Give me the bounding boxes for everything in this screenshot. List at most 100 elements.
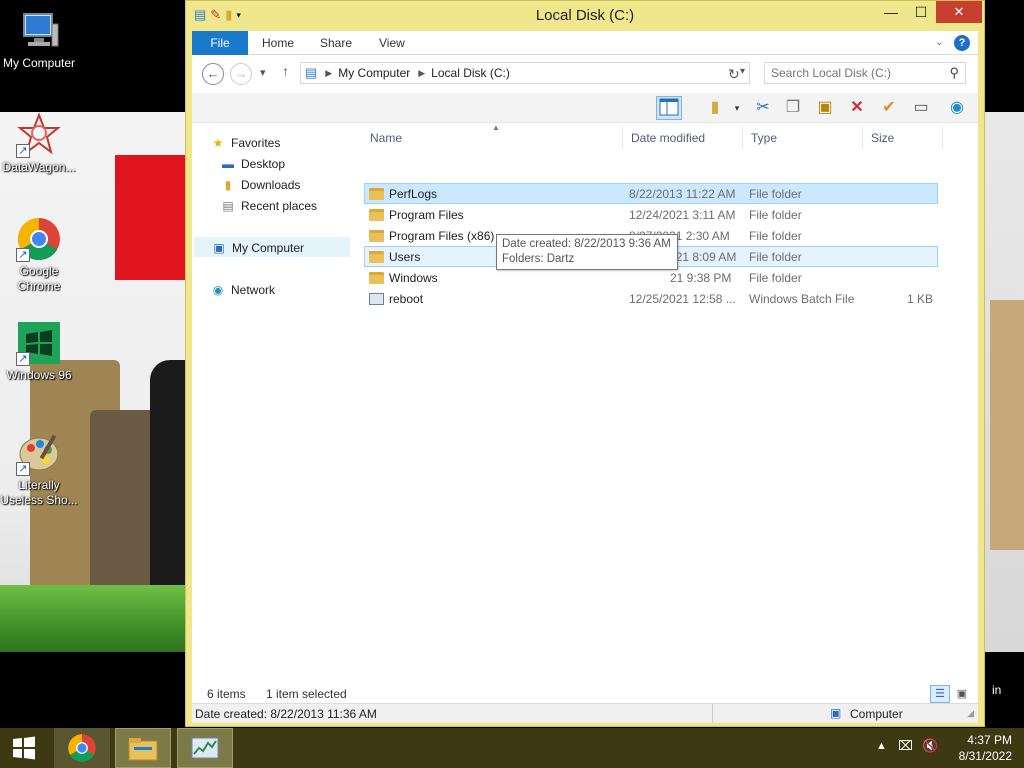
desktop-icon-label: Google Chrome	[17, 264, 61, 293]
file-row[interactable]: Program Files 12/24/2021 3:11 AM File fo…	[364, 204, 938, 225]
column-divider[interactable]	[942, 127, 943, 149]
recent-locations-icon[interactable]: ▾	[260, 66, 266, 79]
file-row[interactable]: reboot 12/25/2021 12:58 ... Windows Batc…	[364, 288, 938, 309]
network-tray-icon[interactable]: ⌧	[898, 738, 913, 754]
windows-logo-icon	[13, 736, 35, 760]
chevron-right-icon[interactable]: ▶	[418, 68, 425, 79]
status-bar: 6 items 1 item selected ☰ ▣	[192, 683, 978, 705]
shortcut-arrow-icon: ↗	[16, 352, 30, 366]
tab-file[interactable]: File	[192, 31, 248, 55]
volume-muted-icon[interactable]: 🔇	[922, 738, 938, 754]
clock-date: 8/31/2022	[958, 749, 1012, 763]
back-button[interactable]: ←	[202, 63, 224, 85]
column-divider[interactable]	[742, 127, 743, 149]
divider	[712, 704, 713, 723]
datawagon-icon: ↗	[16, 112, 62, 158]
column-header-name[interactable]: Name	[370, 127, 402, 149]
paint-palette-icon: ↗	[16, 430, 62, 476]
sort-ascending-icon: ▲	[492, 123, 500, 132]
nav-favorites[interactable]: ★ Favorites	[210, 133, 370, 153]
forward-button[interactable]: →	[230, 63, 252, 85]
computer-icon	[16, 8, 62, 54]
taskbar-clock[interactable]: 4:37 PM 8/31/2022	[959, 732, 1012, 764]
shortcut-arrow-icon: ↗	[16, 248, 30, 262]
nav-my-computer[interactable]: ▣ My Computer	[194, 237, 350, 257]
nav-network[interactable]: ◉ Network	[210, 280, 370, 300]
nav-label: Downloads	[241, 178, 301, 192]
taskbar-chrome[interactable]	[54, 728, 110, 768]
nav-label: Network	[231, 283, 276, 297]
file-name: reboot	[389, 292, 424, 306]
title-bar[interactable]: ▤ ✎ ▮ ▾ Local Disk (C:) — ☐ ✕	[186, 1, 984, 31]
folder-options-dropdown-icon[interactable]: ▾	[724, 96, 750, 120]
copy-icon[interactable]: ❐	[780, 96, 806, 120]
details-view-button[interactable]: ☰	[930, 685, 950, 703]
expand-ribbon-icon[interactable]: ⌄	[935, 35, 944, 48]
chevron-right-icon[interactable]: ▶	[325, 68, 332, 79]
column-divider[interactable]	[862, 127, 863, 149]
desktop-icon-google-chrome[interactable]: ↗ Google Chrome	[0, 216, 78, 294]
properties-icon[interactable]: ▭	[908, 96, 934, 120]
up-button[interactable]: ↑	[282, 63, 289, 79]
details-view-icon: ☰	[935, 688, 945, 700]
minimize-button[interactable]: —	[876, 1, 906, 23]
resize-grip-icon[interactable]: ◢	[967, 708, 974, 719]
clock-time: 4:37 PM	[967, 733, 1012, 747]
window-title: Local Disk (C:)	[535, 7, 635, 24]
chrome-icon: ↗	[16, 216, 62, 262]
nav-label: Recent places	[241, 199, 318, 213]
large-icons-view-button[interactable]: ▣	[952, 685, 972, 703]
wallpaper-logo-block	[115, 155, 190, 280]
column-header-type[interactable]: Type	[751, 127, 777, 149]
search-icon[interactable]: ⚲	[949, 65, 959, 81]
task-manager-icon	[191, 737, 219, 759]
desktop-icon-label: My Computer	[2, 56, 76, 70]
address-dropdown-icon[interactable]: ▾	[740, 66, 745, 77]
maximize-button[interactable]: ☐	[906, 1, 936, 23]
star-icon: ★	[212, 136, 224, 150]
desktop-icon-datawagon[interactable]: ↗ DataWagon...	[0, 112, 78, 175]
taskbar-file-explorer[interactable]	[115, 728, 171, 768]
cut-icon[interactable]: ✂	[750, 96, 776, 120]
search-box[interactable]: ⚲	[764, 62, 966, 84]
column-divider[interactable]	[622, 127, 623, 149]
search-input[interactable]	[771, 63, 941, 83]
file-size: 1 KB	[906, 292, 933, 306]
ribbon: File Home Share View ⌄ ?	[192, 31, 978, 55]
file-row[interactable]: Windows 21 9:38 PM File folder	[364, 267, 938, 288]
file-list: Name ▲ Date modified Type Size PerfLogs …	[352, 123, 978, 683]
explorer-window: ▤ ✎ ▮ ▾ Local Disk (C:) — ☐ ✕ File Home …	[185, 0, 985, 727]
desktop-icon-my-computer[interactable]: My Computer	[0, 8, 78, 71]
tab-share[interactable]: Share	[320, 31, 352, 55]
preview-pane-button[interactable]	[656, 96, 682, 120]
breadcrumb-my-computer[interactable]: My Computer	[338, 66, 410, 80]
tab-view[interactable]: View	[379, 31, 405, 55]
edge-text: in	[992, 683, 1002, 697]
taskbar-task-manager[interactable]	[177, 728, 233, 768]
column-header-date[interactable]: Date modified	[631, 127, 705, 149]
refresh-icon[interactable]: ↻	[728, 66, 740, 83]
paste-icon[interactable]: ▣	[812, 96, 838, 120]
file-type: File folder	[749, 250, 802, 264]
close-button[interactable]: ✕	[936, 1, 982, 23]
globe-icon[interactable]: ◉	[944, 96, 970, 120]
computer-icon: ▣	[830, 706, 842, 720]
file-date: 8/22/2013 11:22 AM	[629, 187, 736, 201]
wallpaper-figure	[990, 300, 1024, 550]
show-hidden-icons-icon[interactable]: ▲	[876, 740, 887, 752]
desktop-icon-literally-useless[interactable]: ↗ Literally Useless Sho...	[0, 430, 78, 508]
breadcrumb-local-disk[interactable]: Local Disk (C:)	[431, 66, 510, 80]
column-header-size[interactable]: Size	[871, 127, 894, 149]
file-row[interactable]: PerfLogs 8/22/2013 11:22 AM File folder	[364, 183, 938, 204]
file-date: 12/24/2021 3:11 AM	[629, 208, 736, 222]
file-type: File folder	[749, 208, 802, 222]
start-button[interactable]	[0, 728, 48, 768]
tab-home[interactable]: Home	[262, 31, 294, 55]
computer-icon: ▣	[213, 241, 225, 255]
rename-icon[interactable]: ✔	[876, 96, 902, 120]
tooltip: Date created: 8/22/2013 9:36 AM Folders:…	[496, 234, 678, 270]
address-bar[interactable]: ▤ ▶ My Computer ▶ Local Disk (C:) ▾	[300, 62, 750, 84]
help-icon[interactable]: ?	[954, 35, 970, 51]
desktop-icon-windows-96[interactable]: ↗ Windows 96	[0, 320, 78, 383]
delete-icon[interactable]: ✕	[844, 96, 870, 120]
